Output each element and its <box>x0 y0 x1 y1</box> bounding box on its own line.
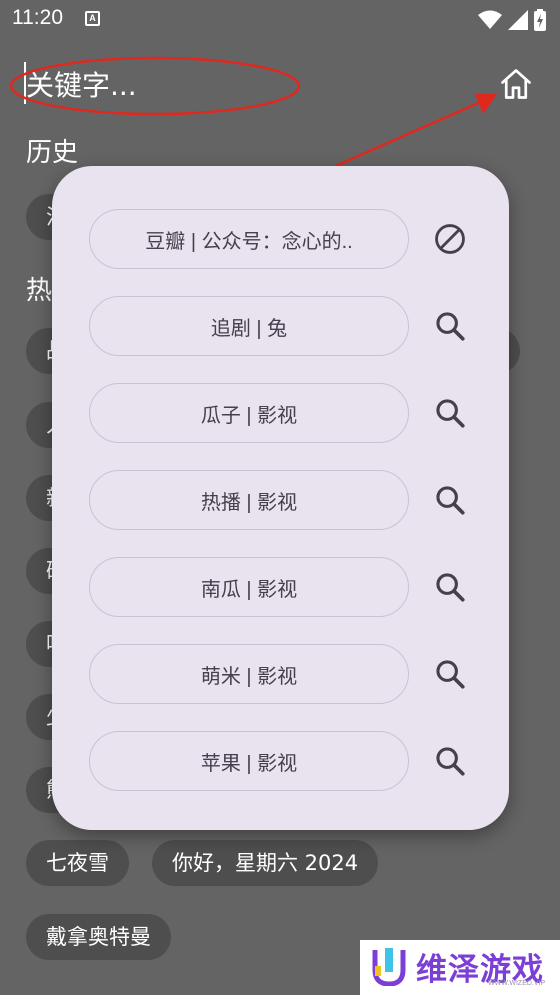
history-title: 历史 <box>26 138 79 168</box>
source-button-douban[interactable]: 豆瓣 | 公众号：念心的.. <box>89 209 409 269</box>
home-icon[interactable] <box>498 66 534 102</box>
wifi-icon <box>478 10 502 29</box>
hot-chip-qiyexue[interactable]: 七夜雪 <box>26 840 129 886</box>
search-icon[interactable] <box>433 570 467 604</box>
source-popup: 豆瓣 | 公众号：念心的.. 追剧 | 兔 瓜子 | 影视 热播 | 影视 南瓜… <box>52 166 509 830</box>
search-input[interactable] <box>26 66 326 104</box>
source-row: 苹果 | 影视 <box>89 731 479 791</box>
hot-title: 热 <box>26 276 53 306</box>
search-icon[interactable] <box>433 396 467 430</box>
status-time: 11:20 <box>12 6 63 29</box>
source-button-zhuiju[interactable]: 追剧 | 兔 <box>89 296 409 356</box>
search-icon[interactable] <box>433 744 467 778</box>
status-icons <box>478 9 546 31</box>
battery-icon <box>534 9 546 31</box>
source-button-nangua[interactable]: 南瓜 | 影视 <box>89 557 409 617</box>
source-row: 热播 | 影视 <box>89 470 479 530</box>
watermark-subtext: WWW.WIZED.VIP <box>488 980 546 987</box>
search-icon[interactable] <box>433 657 467 691</box>
hot-chip-nihao[interactable]: 你好，星期六 2024 <box>152 840 379 886</box>
status-bar: 11:20 A <box>0 0 560 38</box>
source-row: 追剧 | 兔 <box>89 296 479 356</box>
hot-chip-daina[interactable]: 戴拿奥特曼 <box>26 914 171 960</box>
source-button-mengmi[interactable]: 萌米 | 影视 <box>89 644 409 704</box>
source-button-pingguo[interactable]: 苹果 | 影视 <box>89 731 409 791</box>
watermark: 维泽游戏 WWW.WIZED.VIP <box>360 940 560 995</box>
block-icon[interactable] <box>433 222 467 256</box>
source-button-guazi[interactable]: 瓜子 | 影视 <box>89 383 409 443</box>
source-button-rebo[interactable]: 热播 | 影视 <box>89 470 409 530</box>
search-icon[interactable] <box>433 483 467 517</box>
source-row: 南瓜 | 影视 <box>89 557 479 617</box>
search-icon[interactable] <box>433 309 467 343</box>
signal-icon <box>508 10 528 30</box>
annotation-arrow <box>330 94 497 170</box>
notification-a-icon: A <box>85 11 100 26</box>
source-row: 瓜子 | 影视 <box>89 383 479 443</box>
watermark-logo-icon <box>372 948 406 986</box>
source-row: 豆瓣 | 公众号：念心的.. <box>89 209 479 269</box>
source-row: 萌米 | 影视 <box>89 644 479 704</box>
